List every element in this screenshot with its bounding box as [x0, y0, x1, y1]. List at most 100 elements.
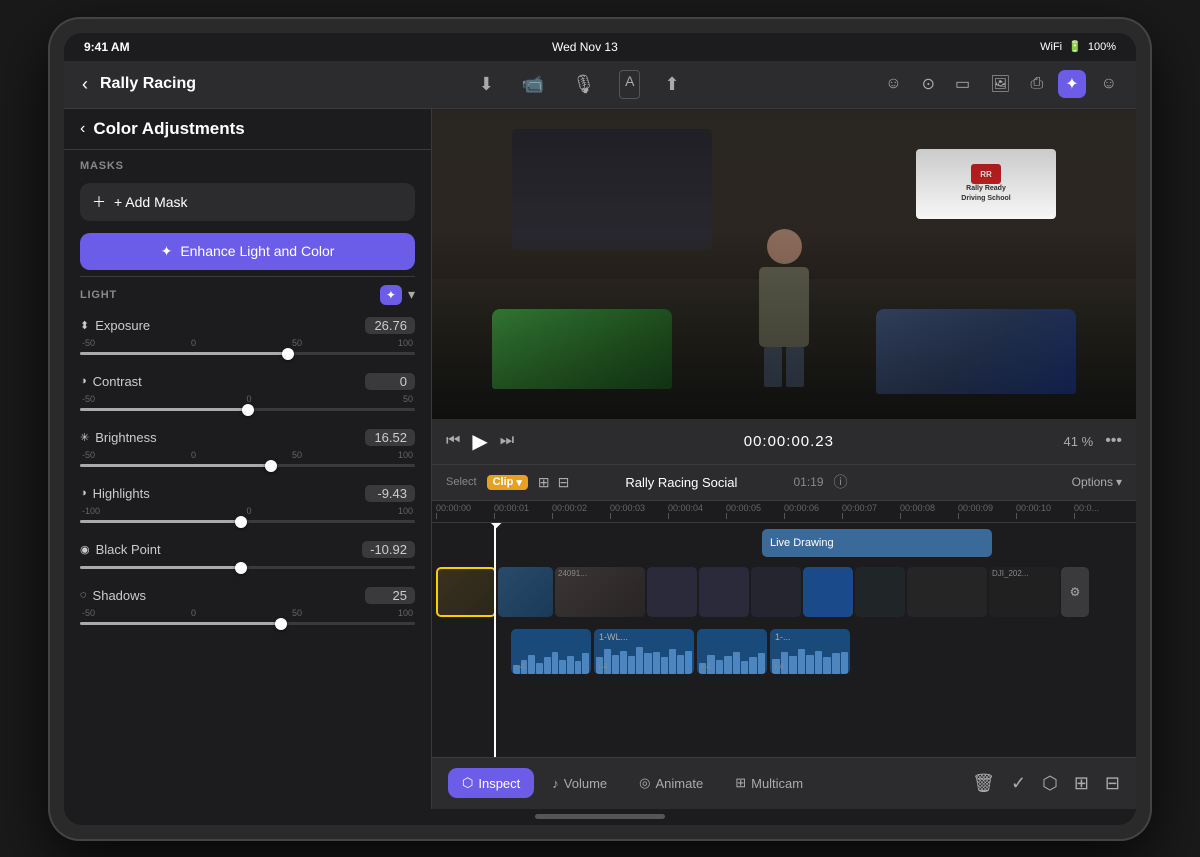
volume-icon: ♪	[552, 776, 559, 791]
face-icon[interactable]: ☺	[1096, 72, 1122, 96]
blackpoint-icon: ◉	[80, 543, 90, 556]
enhance-label: Enhance Light and Color	[180, 243, 334, 259]
video-clip-6[interactable]	[751, 567, 801, 617]
ipad-screen: 9:41 AM Wed Nov 13 WiFi 🔋 100% ‹ Rally R…	[64, 33, 1136, 825]
tab-inspect[interactable]: ⬡ Inspect	[448, 768, 534, 798]
target-icon[interactable]: ⊙	[917, 71, 940, 97]
rect-icon[interactable]: ▭	[950, 71, 975, 97]
action-icon[interactable]: A	[619, 70, 640, 99]
highlights-label: ◑ Highlights	[80, 486, 150, 501]
plus-icon: ＋	[92, 192, 106, 212]
video-clip-2[interactable]	[498, 567, 553, 617]
multicam-label: Multicam	[751, 776, 803, 791]
share-icon[interactable]: ⬆	[660, 70, 683, 99]
brightness-slider[interactable]	[80, 464, 415, 467]
contrast-slider[interactable]	[80, 408, 415, 411]
blackpoint-value[interactable]: -10.92	[362, 541, 415, 558]
mic-icon[interactable]: 🎙	[568, 70, 599, 99]
bottom-actions: 🗑 ✓ ⬡ ⊞ ⊟	[972, 773, 1120, 794]
video-clip-9[interactable]	[907, 567, 987, 617]
audio-clip-1[interactable]: ♪ 4	[511, 629, 591, 674]
photo-icon[interactable]: 🖼	[985, 71, 1015, 97]
active-tool-icon[interactable]: ✦	[1058, 70, 1085, 98]
audio-clip-4[interactable]: 1-...	[770, 629, 850, 674]
main-toolbar: ‹ Rally Racing ⬇ 📹 🎙 A ⬆ ☺ ⊙ ▭ 🖼 ⎙ ✦ ☺	[64, 61, 1136, 109]
options-button[interactable]: Options ▾	[1072, 475, 1122, 489]
highlights-slider[interactable]	[80, 520, 415, 523]
video-clip-3[interactable]: 24091...	[555, 567, 645, 617]
panel-back-button[interactable]: ‹	[80, 120, 85, 138]
playhead[interactable]	[494, 523, 496, 757]
delete-button[interactable]: 🗑	[972, 773, 995, 794]
download-icon[interactable]: ⬇	[475, 70, 498, 99]
screen-icon[interactable]: ⎙	[1025, 72, 1048, 96]
highlights-value[interactable]: -9.43	[365, 485, 415, 502]
add-mask-button[interactable]: ＋ + Add Mask	[80, 183, 415, 221]
project-name: Rally Racing Social	[579, 475, 783, 490]
ruler-ticks: 00:00:00 00:00:01 00:00:02 00:00:03 00:0…	[432, 503, 1136, 519]
contrast-icon: ◑	[80, 375, 87, 387]
skip-forward-icon[interactable]: ⏭	[500, 432, 514, 450]
project-title: Rally Racing	[100, 75, 196, 93]
tab-volume[interactable]: ♪ Volume	[538, 768, 621, 798]
animate-icon: ◎	[639, 775, 650, 791]
title-clip[interactable]: Live Drawing	[762, 529, 992, 557]
status-date: Wed Nov 13	[552, 40, 618, 54]
clip-dropdown-icon[interactable]: ▾	[516, 476, 522, 489]
layout-button[interactable]: ⊟	[1105, 773, 1120, 794]
inspect-icon: ⬡	[462, 775, 473, 791]
crop-button[interactable]: ⊞	[1074, 773, 1089, 794]
audio-clip-3[interactable]: ♪ 4	[697, 629, 767, 674]
blackpoint-slider[interactable]	[80, 566, 415, 569]
more-options-button[interactable]: •••	[1105, 432, 1122, 450]
home-bar[interactable]	[535, 814, 665, 819]
enhance-button[interactable]: ✦ Enhance Light and Color	[80, 233, 415, 270]
inspect-label: Inspect	[478, 776, 520, 791]
frame-icon-2[interactable]: ⊟	[558, 474, 570, 491]
title-clip-label: Live Drawing	[770, 537, 834, 549]
info-icon[interactable]: ⓘ	[834, 472, 848, 492]
panel-header: ‹ Color Adjustments	[64, 109, 431, 150]
contrast-row: ◑ Contrast 0 -50050	[64, 365, 431, 421]
video-clip-5[interactable]	[699, 567, 749, 617]
video-clip-1[interactable]	[436, 567, 496, 617]
tab-multicam[interactable]: ⊞ Multicam	[721, 768, 817, 798]
video-clip-7[interactable]	[803, 567, 853, 617]
masks-label: MASKS	[64, 150, 431, 177]
left-panel: ‹ Color Adjustments MASKS ＋ + Add Mask ✦…	[64, 109, 432, 809]
shadows-row: ◌ Shadows 25 -50050100	[64, 579, 431, 635]
add-mask-label: + Add Mask	[114, 194, 188, 210]
animate-label: Animate	[656, 776, 704, 791]
brightness-value[interactable]: 16.52	[365, 429, 415, 446]
shadows-value[interactable]: 25	[365, 587, 415, 604]
multicam-icon: ⊞	[735, 775, 746, 791]
magic-wand-button[interactable]: ✦	[380, 285, 402, 305]
checkmark-button[interactable]: ✓	[1011, 773, 1026, 794]
audio-clip-2[interactable]: 1-WL...	[594, 629, 694, 674]
split-button[interactable]: ⬡	[1042, 773, 1058, 794]
contrast-value[interactable]: 0	[365, 373, 415, 390]
highlights-icon: ◑	[80, 487, 87, 499]
shadows-label: ◌ Shadows	[80, 588, 146, 603]
emoji-icon[interactable]: ☺	[880, 72, 906, 96]
options-chevron-icon: ▾	[1116, 475, 1122, 489]
play-button[interactable]: ▶	[472, 429, 487, 454]
light-expand-button[interactable]: ▾	[408, 286, 415, 303]
video-clip-10[interactable]: DJI_202...	[989, 567, 1059, 617]
exposure-value[interactable]: 26.76	[365, 317, 415, 334]
back-button[interactable]: ‹	[78, 70, 92, 99]
video-clip-8[interactable]	[855, 567, 905, 617]
tab-animate[interactable]: ◎ Animate	[625, 768, 717, 798]
video-clip-4[interactable]	[647, 567, 697, 617]
skip-back-icon[interactable]: ⏮	[446, 432, 460, 450]
wifi-icon: WiFi	[1040, 41, 1062, 53]
timeline-area[interactable]: Live Drawing	[432, 523, 1136, 757]
blackpoint-label: ◉ Black Point	[80, 542, 161, 557]
track-handle[interactable]: ⚙	[1061, 567, 1089, 617]
exposure-slider[interactable]	[80, 352, 415, 355]
camera-icon[interactable]: 📹	[518, 70, 548, 99]
frame-icon-1[interactable]: ⊞	[538, 474, 550, 491]
brightness-row: ✳ Brightness 16.52 -50050100	[64, 421, 431, 477]
shadows-slider[interactable]	[80, 622, 415, 625]
toolbar-center: ⬇ 📹 🎙 A ⬆	[286, 70, 872, 99]
